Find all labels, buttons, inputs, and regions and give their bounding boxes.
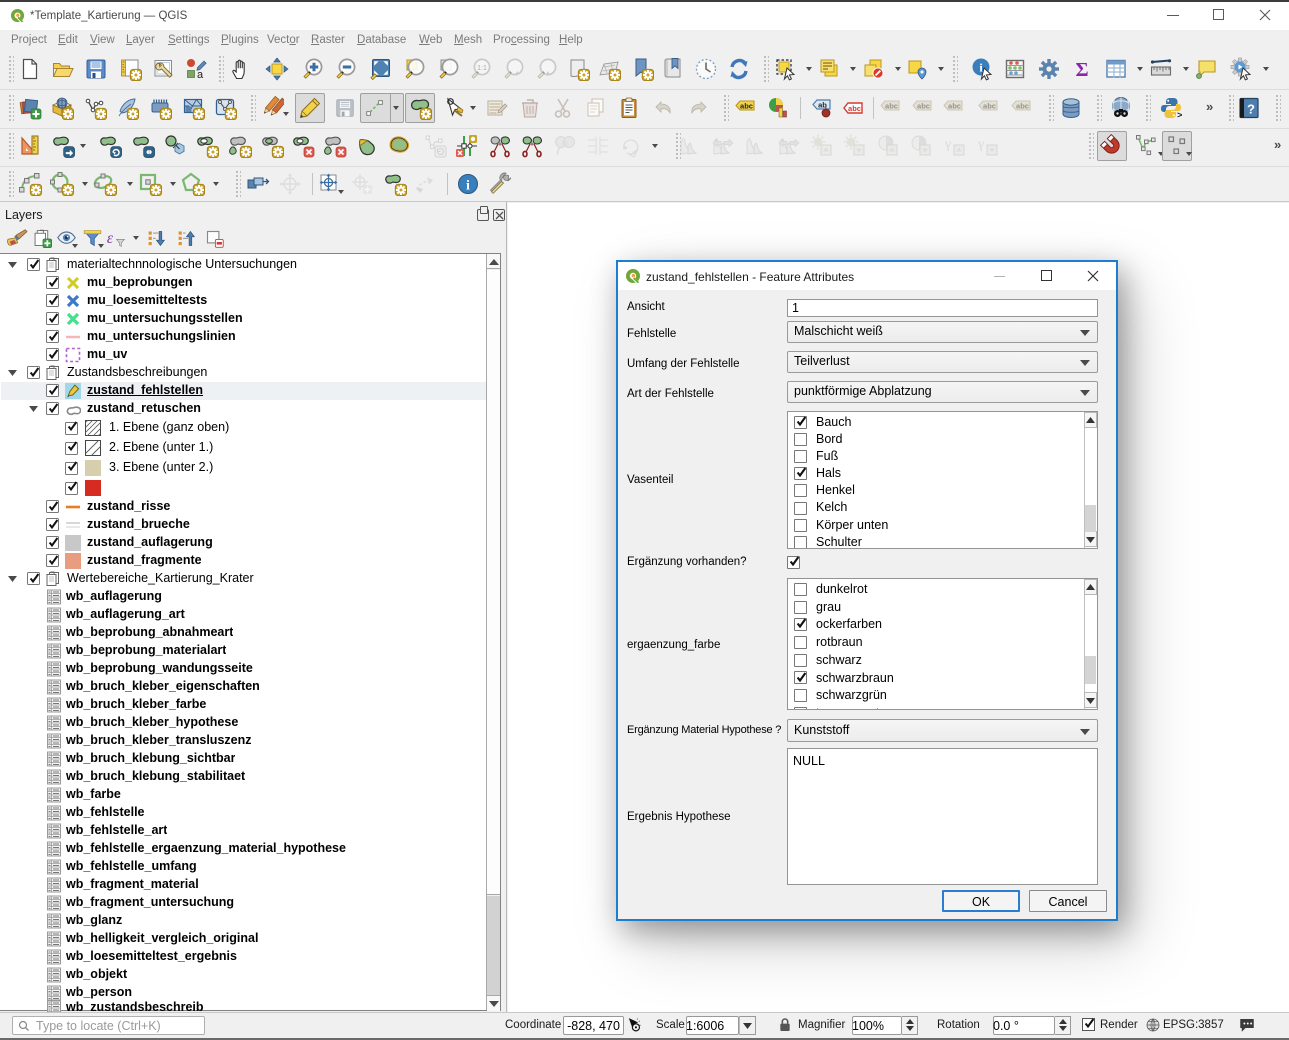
svg-text:ε: ε bbox=[107, 230, 114, 247]
svg-text:Σ: Σ bbox=[1075, 59, 1088, 81]
svg-text:γ: γ bbox=[977, 137, 984, 152]
svg-text:>: > bbox=[1177, 111, 1182, 120]
svg-text:abc: abc bbox=[885, 102, 898, 111]
svg-text:abc: abc bbox=[1016, 102, 1029, 111]
svg-text:i: i bbox=[466, 179, 470, 194]
svg-text:1:1: 1:1 bbox=[477, 65, 487, 72]
svg-text:γ: γ bbox=[944, 137, 951, 152]
svg-text:abc: abc bbox=[740, 102, 753, 111]
svg-text:abc: abc bbox=[983, 102, 996, 111]
svg-text:a: a bbox=[197, 69, 204, 81]
svg-text:abc: abc bbox=[917, 102, 930, 111]
svg-text:?: ? bbox=[1247, 102, 1255, 117]
svg-text:abc: abc bbox=[948, 102, 961, 111]
svg-text:abc: abc bbox=[848, 104, 861, 113]
